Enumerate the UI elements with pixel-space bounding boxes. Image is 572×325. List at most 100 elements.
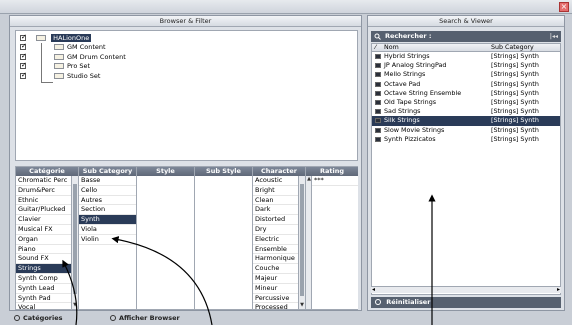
category-item[interactable]: Ethnic — [16, 196, 78, 206]
category-item[interactable]: Synth Lead — [16, 284, 78, 294]
reset-button[interactable]: Réinitialiser — [371, 297, 561, 308]
header-sub-category[interactable]: Sub Category — [491, 44, 534, 52]
sub-category-item[interactable]: Basse — [79, 176, 136, 186]
scroll-thumb[interactable] — [300, 184, 304, 296]
checkbox-icon[interactable] — [20, 33, 27, 42]
header-rating[interactable]: Rating — [306, 167, 358, 176]
category-item[interactable]: Vocal — [16, 303, 78, 309]
category-item[interactable]: Strings — [16, 264, 78, 274]
search-field[interactable]: Rechercher : |◂◂ — [371, 31, 561, 42]
scroll-thumb[interactable] — [73, 184, 77, 294]
result-row[interactable]: Octave Pad [Strings] Synth — [372, 80, 560, 89]
checkbox-icon[interactable] — [20, 61, 27, 70]
column-rating: Rating *** ▲ — [306, 167, 358, 309]
close-icon[interactable]: × — [559, 2, 569, 12]
result-hscrollbar[interactable]: ◂ ▸ — [371, 286, 561, 293]
tree-child-row[interactable]: Pro Set — [20, 61, 90, 71]
search-icon — [374, 33, 381, 40]
tree-child-label[interactable]: Studio Set — [67, 72, 100, 80]
category-item[interactable]: Clavier — [16, 215, 78, 225]
result-sub-category: [Strings] Synth — [491, 134, 539, 143]
folder-icon — [54, 53, 64, 60]
tree-root-label[interactable]: HALionOne — [51, 34, 92, 42]
category-item[interactable]: Drum&Perc — [16, 186, 78, 196]
result-row[interactable]: Hybrid Strings [Strings] Synth — [372, 52, 560, 61]
folder-icon — [54, 63, 64, 69]
category-item[interactable]: Synth Pad — [16, 294, 78, 304]
chevron-left-icon[interactable]: ◂ — [372, 286, 375, 293]
power-icon — [110, 315, 116, 321]
sub-category-item[interactable]: Autres — [79, 196, 136, 206]
category-item[interactable]: Chromatic Perc — [16, 176, 78, 186]
tree-child-row[interactable]: GM Content — [20, 42, 106, 52]
rating-scrollbar[interactable]: ▲ — [306, 176, 312, 309]
bottom-toolbar: Catégories Afficher Browser — [0, 311, 572, 325]
power-icon — [14, 315, 20, 321]
result-header: ⁄ Nom Sub Category — [372, 44, 560, 52]
preset-icon — [375, 63, 381, 69]
result-row[interactable]: JP Analog StringPad [Strings] Synth — [372, 61, 560, 70]
preset-icon — [375, 109, 381, 115]
sub-category-item[interactable]: Cello — [79, 186, 136, 196]
chevron-down-icon[interactable]: ▼ — [299, 302, 305, 308]
column-sub-category: Sub Category Basse Cello Autres Section Synt… — [79, 167, 137, 309]
chevron-up-icon[interactable]: ▲ — [306, 176, 312, 182]
tree-child-label[interactable]: GM Drum Content — [67, 53, 126, 61]
chevron-down-icon[interactable]: ▼ — [72, 302, 78, 308]
result-name: Synth Pizzicatos — [384, 134, 436, 143]
column-sub-style: Sub Style — [195, 167, 253, 309]
result-sub-category: [Strings] Synth — [491, 107, 539, 116]
sub-category-item[interactable]: Section — [79, 205, 136, 216]
character-scrollbar[interactable]: ▼ — [298, 176, 305, 309]
rating-item[interactable]: *** — [306, 176, 358, 186]
result-sub-category: [Strings] Synth — [491, 116, 539, 125]
title-bar: × — [0, 0, 572, 14]
result-row[interactable]: Old Tape Strings [Strings] Synth — [372, 98, 560, 107]
category-item[interactable]: Musical FX — [16, 225, 78, 235]
result-row[interactable]: Mello Strings [Strings] Synth — [372, 70, 560, 79]
sub-category-item[interactable]: Violin — [79, 235, 136, 245]
header-categorie[interactable]: Catégorie — [16, 167, 78, 176]
categories-button[interactable]: Catégories — [14, 313, 63, 323]
result-name: Octave Pad — [384, 79, 421, 88]
sub-category-item[interactable]: Synth — [79, 215, 136, 225]
tree-child-label[interactable]: GM Content — [67, 43, 106, 51]
back-icon[interactable]: |◂◂ — [550, 31, 558, 42]
result-row[interactable]: Sad Strings [Strings] Synth — [372, 107, 560, 116]
browser-panel-title: Browser & Filter — [10, 16, 361, 27]
result-row[interactable]: Silk Strings [Strings] Synth — [372, 116, 560, 126]
result-name: Octave String Ensemble — [384, 88, 462, 97]
result-row[interactable]: Octave String Ensemble [Strings] Synth — [372, 89, 560, 98]
result-sub-category: [Strings] Synth — [491, 52, 539, 60]
result-row[interactable]: Synth Pizzicatos [Strings] Synth — [372, 135, 560, 144]
checkbox-icon[interactable] — [20, 42, 27, 51]
header-sub-category[interactable]: Sub Category — [79, 167, 136, 176]
category-item[interactable]: Synth Comp — [16, 274, 78, 284]
categorie-scrollbar[interactable]: ▼ — [71, 176, 78, 309]
sort-icon: ⁄ — [375, 44, 377, 51]
sub-category-item[interactable]: Viola — [79, 225, 136, 235]
preset-icon — [375, 90, 381, 96]
show-browser-button[interactable]: Afficher Browser — [110, 313, 180, 323]
category-item[interactable]: Guitar/Plucked — [16, 205, 78, 216]
header-name[interactable]: Nom — [384, 44, 399, 52]
result-sub-category: [Strings] Synth — [491, 125, 539, 134]
header-sub-style[interactable]: Sub Style — [195, 167, 252, 176]
result-name: Sad Strings — [384, 107, 421, 116]
preset-icon — [375, 118, 381, 124]
reset-label: Réinitialiser — [386, 298, 431, 306]
result-row[interactable]: Slow Movie Strings [Strings] Synth — [372, 126, 560, 135]
category-item[interactable]: Sound FX — [16, 254, 78, 265]
header-character[interactable]: Character — [253, 167, 305, 176]
checkbox-icon[interactable] — [20, 71, 27, 80]
chevron-right-icon[interactable]: ▸ — [557, 286, 560, 293]
category-item[interactable]: Piano — [16, 245, 78, 255]
checkbox-icon[interactable] — [20, 52, 27, 61]
header-style[interactable]: Style — [137, 167, 194, 176]
category-item[interactable]: Organ — [16, 235, 78, 245]
result-sub-category: [Strings] Synth — [491, 88, 539, 97]
tree-child-row[interactable]: Studio Set — [20, 71, 100, 81]
tree-root-row[interactable]: HALionOne — [20, 33, 92, 43]
tree-child-row[interactable]: GM Drum Content — [20, 52, 126, 62]
tree-child-label[interactable]: Pro Set — [67, 62, 90, 70]
